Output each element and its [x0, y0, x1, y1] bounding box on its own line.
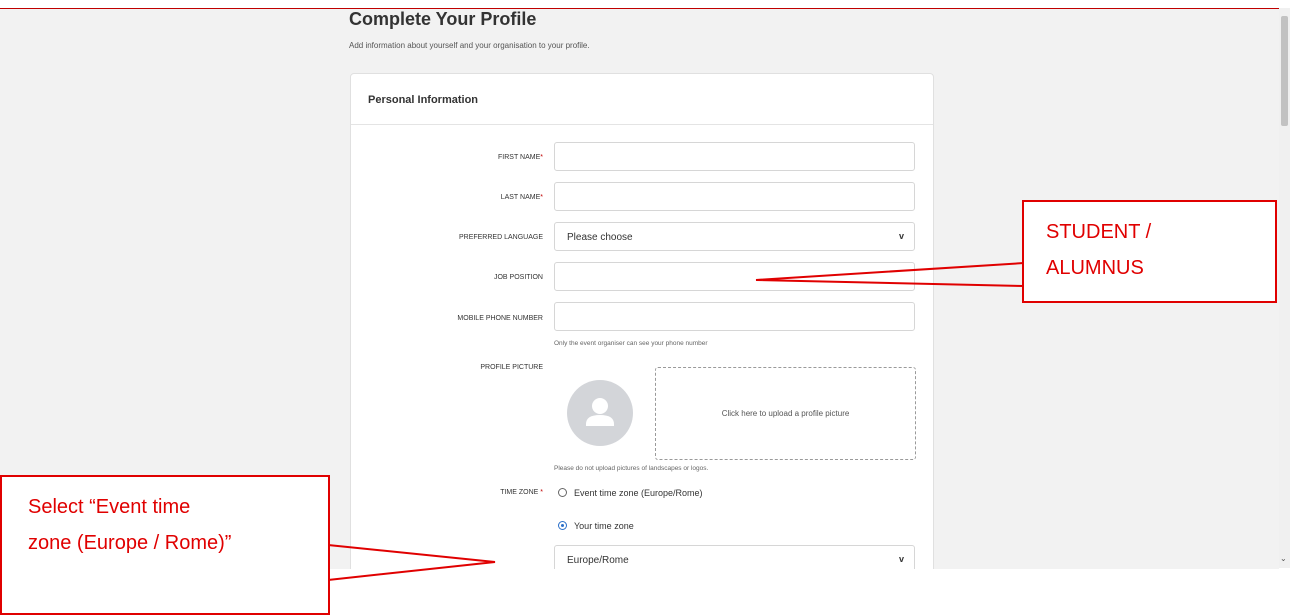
preferred-language-value: Please choose — [567, 232, 633, 243]
mobile-phone-input[interactable] — [554, 302, 915, 331]
job-position-input[interactable] — [554, 262, 915, 291]
user-silhouette-icon — [586, 398, 614, 426]
your-time-zone-option[interactable]: Your time zone — [558, 521, 634, 531]
profile-picture-label: PROFILE PICTURE — [480, 364, 543, 371]
avatar-placeholder — [567, 380, 633, 446]
profile-picture-hint: Please do not upload pictures of landsca… — [554, 465, 709, 472]
first-name-label: FIRST NAME* — [498, 154, 543, 161]
job-position-callout: STUDENT / ALUMNUS — [1022, 200, 1277, 303]
page-title: Complete Your Profile — [349, 9, 537, 29]
personal-information-card: Personal Information FIRST NAME* LAST NA… — [350, 73, 934, 569]
time-zone-label: TIME ZONE * — [500, 489, 543, 496]
profile-picture-upload-zone[interactable]: Click here to upload a profile picture — [655, 367, 916, 460]
chevron-down-icon: v — [898, 231, 904, 241]
time-zone-value: Europe/Rome — [567, 555, 629, 566]
radio-checked[interactable] — [558, 521, 567, 530]
card-header: Personal Information — [351, 74, 933, 125]
event-time-zone-option[interactable]: Event time zone (Europe/Rome) — [558, 488, 703, 498]
mobile-phone-label: MOBILE PHONE NUMBER — [457, 315, 543, 322]
preferred-language-select[interactable]: Please choose v — [554, 222, 915, 251]
chevron-down-icon: v — [898, 554, 904, 564]
job-position-label: JOB POSITION — [493, 274, 543, 281]
time-zone-callout: Select “Event time zone (Europe / Rome)” — [0, 475, 330, 615]
first-name-input[interactable] — [554, 142, 915, 171]
vertical-scrollbar[interactable]: ⌄ — [1279, 8, 1290, 568]
time-zone-select[interactable]: Europe/Rome v — [554, 545, 915, 569]
card-title: Personal Information — [368, 94, 479, 106]
last-name-label: LAST NAME* — [500, 194, 543, 201]
scroll-down-arrow-icon[interactable]: ⌄ — [1280, 554, 1287, 563]
page-subtitle: Add information about yourself and your … — [349, 41, 590, 50]
upload-instruction: Click here to upload a profile picture — [721, 409, 850, 418]
scroll-thumb[interactable] — [1281, 16, 1288, 126]
last-name-input[interactable] — [554, 182, 915, 211]
radio-unchecked[interactable] — [558, 488, 567, 497]
mobile-phone-hint: Only the event organiser can see your ph… — [554, 340, 708, 347]
preferred-language-label: PREFERRED LANGUAGE — [458, 234, 543, 241]
